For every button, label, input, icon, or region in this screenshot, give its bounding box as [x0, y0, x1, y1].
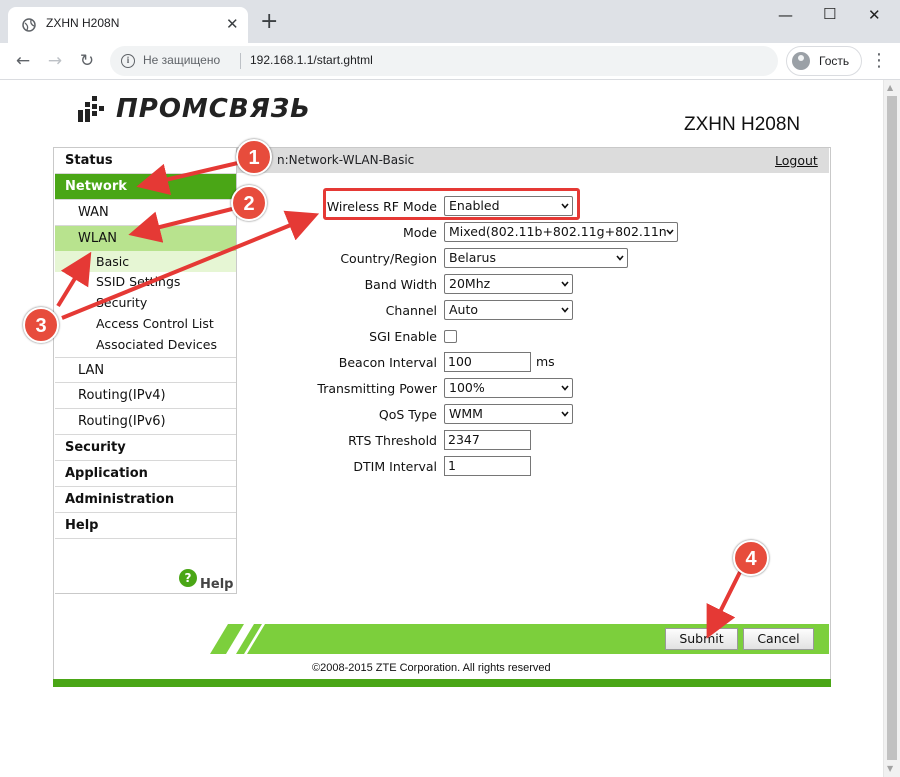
channel-value: Auto: [449, 302, 479, 317]
browser-chrome: ZXHN H208N ✕ + — ☐ ✕ ← → ↻ i Не защищено…: [0, 0, 900, 80]
annotation-badge-2: 2: [231, 185, 267, 221]
bottom-bar: [53, 679, 831, 687]
sgi-enable-label: SGI Enable: [369, 329, 437, 344]
dtim-interval-label: DTIM Interval: [353, 459, 437, 474]
minimize-icon[interactable]: —: [778, 6, 793, 24]
beacon-interval-label: Beacon Interval: [338, 355, 437, 370]
qos-type-value: WMM: [449, 406, 483, 421]
sidebar: Status Network WAN WLAN Basic SSID Setti…: [55, 148, 237, 594]
chevron-down-icon: [666, 228, 674, 236]
submit-button[interactable]: Submit: [665, 628, 738, 650]
page-scrollbar[interactable]: ▲ ▼: [883, 80, 900, 777]
transmitting-power-value: 100%: [449, 380, 485, 395]
logo-text: ПРОМСВЯЗЬ: [116, 94, 311, 124]
transmitting-power-select[interactable]: 100%: [444, 378, 573, 398]
url-text[interactable]: 192.168.1.1/start.ghtml: [250, 53, 373, 67]
maximize-icon[interactable]: ☐: [823, 5, 836, 23]
highlight-box: [323, 188, 580, 220]
sidebar-basic-highlight: [55, 251, 236, 272]
band-width-select[interactable]: 20Mhz: [444, 274, 573, 294]
cancel-button[interactable]: Cancel: [743, 628, 814, 650]
more-menu-icon[interactable]: ⋮: [870, 50, 888, 72]
chevron-down-icon: [561, 411, 569, 417]
chevron-down-icon: [561, 281, 569, 287]
mode-value: Mixed(802.11b+802.11g+802.11n: [449, 224, 667, 239]
annotation-badge-1: 1: [236, 139, 272, 175]
omnibox-divider: [240, 53, 241, 69]
annotation-badge-3: 3: [23, 307, 59, 343]
copyright-text: ©2008-2015 ZTE Corporation. All rights r…: [312, 662, 551, 674]
sidebar-item-wlan[interactable]: WLAN: [55, 226, 236, 252]
sidebar-item-network[interactable]: Network: [55, 174, 236, 200]
tab-title: ZXHN H208N: [46, 16, 120, 30]
logo: ПРОМСВЯЗЬ: [78, 92, 311, 132]
sidebar-item-help[interactable]: Help: [55, 513, 236, 539]
window-close-icon[interactable]: ✕: [868, 6, 881, 24]
qos-type-label: QoS Type: [378, 407, 437, 422]
beacon-interval-unit: ms: [536, 354, 555, 369]
sgi-enable-checkbox[interactable]: [444, 330, 457, 343]
globe-icon: [22, 18, 36, 32]
sidebar-item-lan[interactable]: LAN: [55, 357, 236, 383]
sidebar-item-ssid-settings[interactable]: SSID Settings: [96, 274, 180, 289]
channel-label: Channel: [385, 303, 437, 318]
info-icon[interactable]: i: [121, 54, 135, 68]
country-region-select[interactable]: Belarus: [444, 248, 628, 268]
sidebar-item-routing-ipv6[interactable]: Routing(IPv6): [55, 409, 236, 435]
qos-type-select[interactable]: WMM: [444, 404, 573, 424]
browser-tab[interactable]: ZXHN H208N ✕: [8, 7, 248, 43]
dtim-interval-input[interactable]: 1: [444, 456, 531, 476]
rts-threshold-input[interactable]: 2347: [444, 430, 531, 450]
address-bar[interactable]: i Не защищено 192.168.1.1/start.ghtml: [110, 46, 778, 76]
channel-select[interactable]: Auto: [444, 300, 573, 320]
scroll-thumb[interactable]: [887, 96, 897, 760]
help-link[interactable]: Help: [200, 577, 233, 592]
profile-button[interactable]: Гость: [786, 46, 862, 76]
profile-icon: [792, 52, 810, 70]
sidebar-item-basic[interactable]: Basic: [96, 254, 129, 269]
forward-icon[interactable]: →: [44, 50, 66, 72]
browser-toolbar: ← → ↻ i Не защищено 192.168.1.1/start.gh…: [0, 43, 900, 80]
sidebar-item-administration[interactable]: Administration: [55, 487, 236, 513]
logo-mark-icon: [78, 96, 104, 122]
country-region-label: Country/Region: [340, 251, 437, 266]
reload-icon[interactable]: ↻: [76, 50, 98, 72]
scroll-down-icon[interactable]: ▼: [887, 764, 893, 773]
back-icon[interactable]: ←: [12, 50, 34, 72]
sidebar-item-associated-devices[interactable]: Associated Devices: [96, 337, 217, 352]
tab-strip: ZXHN H208N ✕ + — ☐ ✕: [0, 0, 900, 43]
logout-link[interactable]: Logout: [775, 153, 818, 168]
chevron-down-icon: [616, 255, 624, 261]
sidebar-item-routing-ipv4[interactable]: Routing(IPv4): [55, 383, 236, 409]
close-tab-icon[interactable]: ✕: [226, 15, 239, 33]
profile-label: Гость: [819, 54, 850, 68]
mode-select[interactable]: Mixed(802.11b+802.11g+802.11n: [444, 222, 678, 242]
sidebar-item-wan[interactable]: WAN: [55, 200, 236, 226]
chevron-down-icon: [561, 385, 569, 391]
sidebar-item-access-control-list[interactable]: Access Control List: [96, 316, 214, 331]
country-region-value: Belarus: [449, 250, 496, 265]
sidebar-item-application[interactable]: Application: [55, 461, 236, 487]
band-width-label: Band Width: [364, 277, 437, 292]
beacon-interval-input[interactable]: 100: [444, 352, 531, 372]
sidebar-item-status[interactable]: Status: [55, 148, 236, 174]
new-tab-icon[interactable]: +: [260, 11, 278, 33]
mode-label: Mode: [402, 225, 437, 240]
help-icon[interactable]: ?: [179, 569, 197, 587]
scroll-up-icon[interactable]: ▲: [887, 83, 893, 92]
chevron-down-icon: [561, 307, 569, 313]
sidebar-item-security[interactable]: Security: [55, 435, 236, 461]
band-width-value: 20Mhz: [449, 276, 491, 291]
breadcrumb: n:Network-WLAN-Basic: [277, 153, 415, 167]
breadcrumb-bar: n:Network-WLAN-Basic Logout: [237, 148, 829, 173]
sidebar-item-wlan-security[interactable]: Security: [96, 295, 147, 310]
transmitting-power-label: Transmitting Power: [317, 381, 437, 396]
annotation-badge-4: 4: [733, 540, 769, 576]
page-title: ZXHN H208N: [684, 114, 801, 135]
not-secure-label: Не защищено: [143, 53, 221, 67]
rts-threshold-label: RTS Threshold: [348, 433, 437, 448]
